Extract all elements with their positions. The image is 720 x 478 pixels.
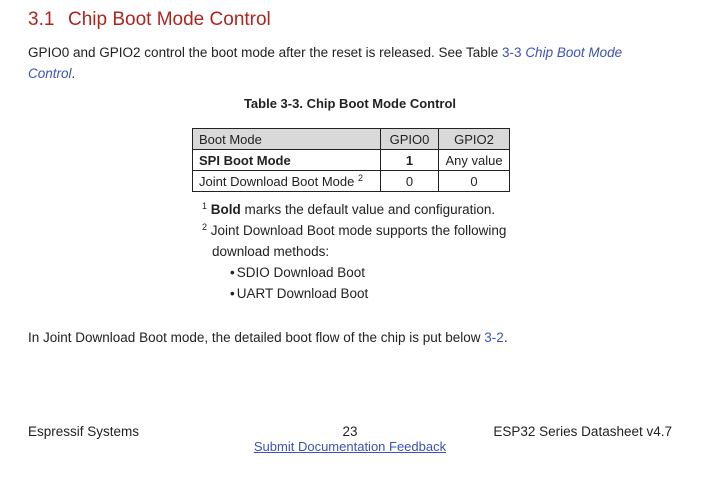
note-2: 2 Joint Download Boot mode supports the … xyxy=(202,220,522,262)
intro-end: . xyxy=(71,66,76,81)
cell-gpio0: 1 xyxy=(380,149,439,171)
cell-gpio0: 0 xyxy=(380,170,439,192)
footer-doc-title: ESP32 Series Datasheet v4.7 xyxy=(493,424,672,439)
section-number: 3.1 xyxy=(28,9,55,30)
note-1: 1 Bold marks the default value and confi… xyxy=(202,199,522,220)
note-1-bold: Bold xyxy=(210,202,241,217)
header-gpio0: GPIO0 xyxy=(380,128,439,150)
cell-gpio2: Any value xyxy=(438,149,510,171)
cell-mode: SPI Boot Mode xyxy=(192,149,381,171)
section-heading: 3.1 Chip Boot Mode Control xyxy=(28,9,271,31)
table-row: Joint Download Boot Mode 2 0 0 xyxy=(192,170,510,192)
table-caption: Table 3-3. Chip Boot Mode Control xyxy=(243,96,457,111)
section-title: Chip Boot Mode Control xyxy=(68,9,271,30)
cell-gpio2: 0 xyxy=(438,170,510,192)
table-ref-link[interactable]: 3-3 xyxy=(502,45,522,60)
table-row: SPI Boot Mode 1 Any value xyxy=(192,149,510,171)
note-1-text: marks the default value and configuratio… xyxy=(240,202,496,217)
figure-ref-link[interactable]: 3-2 xyxy=(484,330,504,345)
list-item: UART Download Boot xyxy=(230,283,522,304)
cell-mode: Joint Download Boot Mode 2 xyxy=(192,170,381,192)
footnote-ref: 2 xyxy=(358,172,364,183)
boot-mode-table: Boot Mode GPIO0 GPIO2 SPI Boot Mode 1 An… xyxy=(192,128,510,192)
table-header-row: Boot Mode GPIO0 GPIO2 xyxy=(192,128,510,150)
note-2-text: Joint Download Boot mode supports the fo… xyxy=(207,223,507,259)
intro-text: GPIO0 and GPIO2 control the boot mode af… xyxy=(28,45,503,60)
boot-flow-end: . xyxy=(503,330,508,345)
boot-flow-paragraph: In Joint Download Boot mode, the detaile… xyxy=(28,327,668,348)
header-boot-mode: Boot Mode xyxy=(192,128,381,150)
note-1-marker: 1 xyxy=(202,201,208,211)
cell-mode-text: Joint Download Boot Mode xyxy=(199,173,355,189)
feedback-link[interactable]: Submit Documentation Feedback xyxy=(254,439,446,454)
table-notes: 1 Bold marks the default value and confi… xyxy=(202,199,522,304)
intro-paragraph: GPIO0 and GPIO2 control the boot mode af… xyxy=(28,42,668,84)
header-gpio2: GPIO2 xyxy=(438,128,510,150)
boot-flow-text: In Joint Download Boot mode, the detaile… xyxy=(28,330,485,345)
download-methods-list: SDIO Download Boot UART Download Boot xyxy=(202,262,522,304)
list-item: SDIO Download Boot xyxy=(230,262,522,283)
